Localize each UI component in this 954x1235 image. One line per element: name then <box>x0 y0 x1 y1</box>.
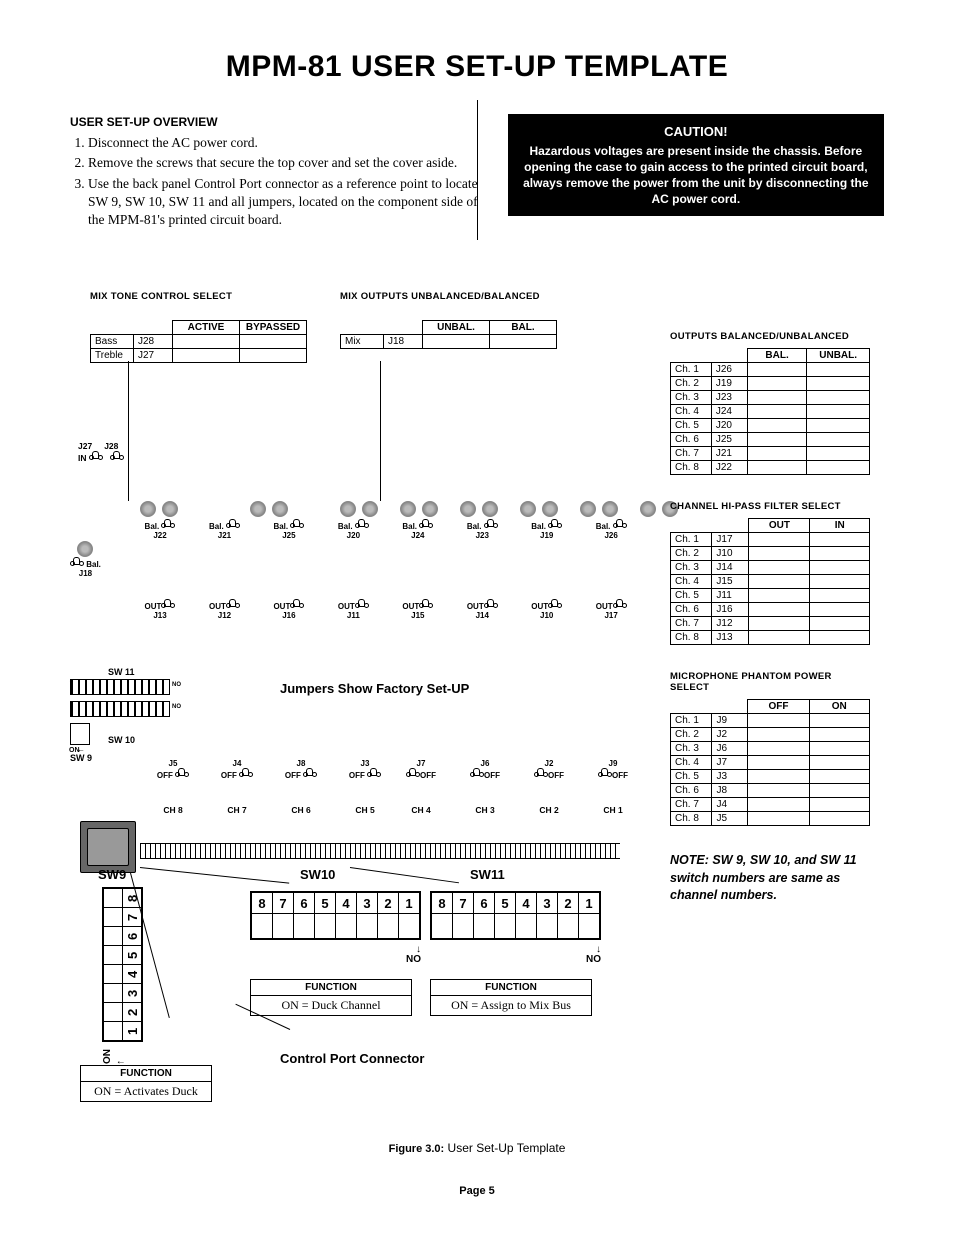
sw10-function: FUNCTION ON = Duck Channel <box>250 979 412 1016</box>
label-in: IN <box>78 453 87 463</box>
col-bal: BAL. <box>490 321 557 335</box>
label-j18: J18 <box>79 569 92 578</box>
row-treble-j: J27 <box>134 349 173 363</box>
caution-body: Hazardous voltages are present inside th… <box>519 143 873 208</box>
overview-heading: USER SET-UP OVERVIEW <box>70 114 478 130</box>
hipass-table: OUT IN Ch. 1J17 Ch. 2J10 Ch. 3J14 Ch. 4J… <box>670 518 870 645</box>
mix-tone-heading: MIX TONE CONTROL SELECT <box>90 291 307 302</box>
caution-box: CAUTION! Hazardous voltages are present … <box>508 114 884 216</box>
label-sw9: SW 9 <box>70 753 92 763</box>
sw10-dip: 8765 4321 ↓ NO FUNCTION ON = Duck Channe… <box>250 891 421 1016</box>
out-jumper-row: OUTJ13 OUTJ12 OUTJ16 OUTJ11 OUTJ15 OUTJ1… <box>130 601 650 623</box>
mix-tone-table: ACTIVE BYPASSED Bass J28 Treble J27 <box>90 320 307 363</box>
row-bass: Bass <box>91 335 134 349</box>
label-sw10-big: SW10 <box>300 867 335 882</box>
dip-on-arrow: ↑ <box>69 679 73 686</box>
overview-step: Use the back panel Control Port connecto… <box>88 175 478 230</box>
label-j28: J28 <box>104 441 118 451</box>
label-j27: J27 <box>78 441 92 451</box>
row-mix-j: J18 <box>384 335 423 349</box>
label-sw9-big: SW9 <box>98 867 126 882</box>
control-port-connector-graphic <box>80 821 136 873</box>
row-bass-j: J28 <box>134 335 173 349</box>
overview-step: Disconnect the AC power cord. <box>88 134 478 152</box>
label-bal-mix: Bal. <box>86 560 101 569</box>
sw11-dip: 8765 4321 ↓ NO FUNCTION ON = Assign to M… <box>430 891 601 1016</box>
mix-out-table: UNBAL. BAL. Mix J18 <box>340 320 557 349</box>
figure-caption: Figure 3.0: User Set-Up Template <box>70 1141 884 1155</box>
mix-out-heading: MIX OUTPUTS UNBALANCED/BALANCED <box>340 291 557 302</box>
control-port-label: Control Port Connector <box>280 1051 424 1066</box>
jumpers-factory-title: Jumpers Show Factory Set-UP <box>280 681 469 696</box>
col-active: ACTIVE <box>173 321 240 335</box>
overview-step: Remove the screws that secure the top co… <box>88 154 478 172</box>
row-mix: Mix <box>341 335 384 349</box>
overview-steps: Disconnect the AC power cord. Remove the… <box>70 134 478 229</box>
phantom-heading: MICROPHONE PHANTOM POWER SELECT <box>670 671 870 693</box>
phantom-table: OFF ON Ch. 1J9 Ch. 2J2 Ch. 3J6 Ch. 4J7 C… <box>670 699 870 826</box>
label-sw11: SW 11 <box>108 667 135 677</box>
bal-jumper-row: Bal. J22 Bal. J21 Bal. J25 Bal. J20 Bal.… <box>130 521 650 543</box>
sw9-function: FUNCTION ON = Activates Duck <box>80 1065 212 1102</box>
overview-block: USER SET-UP OVERVIEW Disconnect the AC p… <box>70 114 478 231</box>
sw9-dip: 8 7 6 5 4 3 2 1 ON ← <box>102 887 143 1067</box>
sw11-function: FUNCTION ON = Assign to Mix Bus <box>430 979 592 1016</box>
col-unbal: UNBAL. <box>423 321 490 335</box>
note-switch-numbers: NOTE: SW 9, SW 10, and SW 11 switch numb… <box>670 852 870 905</box>
caution-title: CAUTION! <box>519 123 873 141</box>
page-number: Page 5 <box>70 1185 884 1197</box>
hipass-heading: CHANNEL HI-PASS FILTER SELECT <box>670 501 870 512</box>
page-title: MPM-81 USER SET-UP TEMPLATE <box>70 50 884 84</box>
outputs-balun-heading: OUTPUTS BALANCED/UNBALANCED <box>670 331 870 342</box>
pcb-edge-graphic <box>80 821 620 859</box>
label-sw11-big: SW11 <box>470 867 505 882</box>
outputs-balun-table: BAL. UNBAL. Ch. 1J26 Ch. 2J19 Ch. 3J23 C… <box>670 348 870 475</box>
col-bypassed: BYPASSED <box>240 321 307 335</box>
